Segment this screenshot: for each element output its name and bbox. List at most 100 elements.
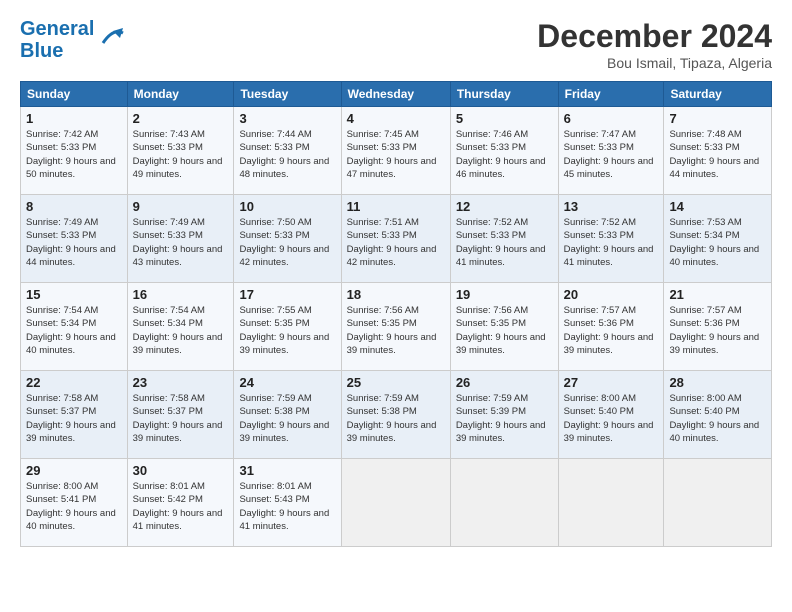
day-number: 2 bbox=[133, 111, 229, 126]
day-info: Sunrise: 7:58 AMSunset: 5:37 PMDaylight:… bbox=[133, 392, 229, 445]
day-number: 1 bbox=[26, 111, 122, 126]
day-info: Sunrise: 7:48 AMSunset: 5:33 PMDaylight:… bbox=[669, 128, 766, 181]
calendar-cell: 25 Sunrise: 7:59 AMSunset: 5:38 PMDaylig… bbox=[341, 371, 450, 459]
calendar-cell: 9 Sunrise: 7:49 AMSunset: 5:33 PMDayligh… bbox=[127, 195, 234, 283]
day-number: 15 bbox=[26, 287, 122, 302]
calendar-cell: 5 Sunrise: 7:46 AMSunset: 5:33 PMDayligh… bbox=[450, 107, 558, 195]
day-info: Sunrise: 7:51 AMSunset: 5:33 PMDaylight:… bbox=[347, 216, 445, 269]
header-wednesday: Wednesday bbox=[341, 82, 450, 107]
calendar-cell: 13 Sunrise: 7:52 AMSunset: 5:33 PMDaylig… bbox=[558, 195, 664, 283]
calendar-cell: 21 Sunrise: 7:57 AMSunset: 5:36 PMDaylig… bbox=[664, 283, 772, 371]
page: General Blue December 2024 Bou Ismail, T… bbox=[0, 0, 792, 557]
day-number: 29 bbox=[26, 463, 122, 478]
day-number: 30 bbox=[133, 463, 229, 478]
day-number: 24 bbox=[239, 375, 335, 390]
day-info: Sunrise: 7:54 AMSunset: 5:34 PMDaylight:… bbox=[26, 304, 122, 357]
logo: General Blue bbox=[20, 18, 128, 62]
calendar-cell: 15 Sunrise: 7:54 AMSunset: 5:34 PMDaylig… bbox=[21, 283, 128, 371]
calendar-cell: 16 Sunrise: 7:54 AMSunset: 5:34 PMDaylig… bbox=[127, 283, 234, 371]
day-info: Sunrise: 7:55 AMSunset: 5:35 PMDaylight:… bbox=[239, 304, 335, 357]
calendar-cell: 6 Sunrise: 7:47 AMSunset: 5:33 PMDayligh… bbox=[558, 107, 664, 195]
logo-text: General Blue bbox=[20, 18, 128, 62]
calendar-cell: 7 Sunrise: 7:48 AMSunset: 5:33 PMDayligh… bbox=[664, 107, 772, 195]
day-info: Sunrise: 8:01 AMSunset: 5:43 PMDaylight:… bbox=[239, 480, 335, 533]
day-number: 12 bbox=[456, 199, 553, 214]
calendar-cell: 3 Sunrise: 7:44 AMSunset: 5:33 PMDayligh… bbox=[234, 107, 341, 195]
week-row-2: 8 Sunrise: 7:49 AMSunset: 5:33 PMDayligh… bbox=[21, 195, 772, 283]
calendar-cell: 1 Sunrise: 7:42 AMSunset: 5:33 PMDayligh… bbox=[21, 107, 128, 195]
header-sunday: Sunday bbox=[21, 82, 128, 107]
day-info: Sunrise: 7:45 AMSunset: 5:33 PMDaylight:… bbox=[347, 128, 445, 181]
calendar-cell: 22 Sunrise: 7:58 AMSunset: 5:37 PMDaylig… bbox=[21, 371, 128, 459]
header-saturday: Saturday bbox=[664, 82, 772, 107]
calendar-cell: 2 Sunrise: 7:43 AMSunset: 5:33 PMDayligh… bbox=[127, 107, 234, 195]
location-subtitle: Bou Ismail, Tipaza, Algeria bbox=[537, 55, 772, 71]
day-info: Sunrise: 8:01 AMSunset: 5:42 PMDaylight:… bbox=[133, 480, 229, 533]
day-info: Sunrise: 7:46 AMSunset: 5:33 PMDaylight:… bbox=[456, 128, 553, 181]
day-info: Sunrise: 7:59 AMSunset: 5:38 PMDaylight:… bbox=[239, 392, 335, 445]
calendar-cell: 31 Sunrise: 8:01 AMSunset: 5:43 PMDaylig… bbox=[234, 459, 341, 547]
day-info: Sunrise: 7:42 AMSunset: 5:33 PMDaylight:… bbox=[26, 128, 122, 181]
day-info: Sunrise: 7:43 AMSunset: 5:33 PMDaylight:… bbox=[133, 128, 229, 181]
weekday-header-row: Sunday Monday Tuesday Wednesday Thursday… bbox=[21, 82, 772, 107]
day-number: 16 bbox=[133, 287, 229, 302]
day-info: Sunrise: 7:44 AMSunset: 5:33 PMDaylight:… bbox=[239, 128, 335, 181]
logo-icon bbox=[98, 23, 128, 53]
week-row-3: 15 Sunrise: 7:54 AMSunset: 5:34 PMDaylig… bbox=[21, 283, 772, 371]
day-info: Sunrise: 8:00 AMSunset: 5:40 PMDaylight:… bbox=[564, 392, 659, 445]
day-info: Sunrise: 7:56 AMSunset: 5:35 PMDaylight:… bbox=[456, 304, 553, 357]
header-tuesday: Tuesday bbox=[234, 82, 341, 107]
title-block: December 2024 Bou Ismail, Tipaza, Algeri… bbox=[537, 18, 772, 71]
header-friday: Friday bbox=[558, 82, 664, 107]
day-info: Sunrise: 7:50 AMSunset: 5:33 PMDaylight:… bbox=[239, 216, 335, 269]
calendar-cell: 20 Sunrise: 7:57 AMSunset: 5:36 PMDaylig… bbox=[558, 283, 664, 371]
day-info: Sunrise: 7:54 AMSunset: 5:34 PMDaylight:… bbox=[133, 304, 229, 357]
calendar-cell: 23 Sunrise: 7:58 AMSunset: 5:37 PMDaylig… bbox=[127, 371, 234, 459]
calendar-cell bbox=[664, 459, 772, 547]
day-number: 21 bbox=[669, 287, 766, 302]
calendar-cell: 10 Sunrise: 7:50 AMSunset: 5:33 PMDaylig… bbox=[234, 195, 341, 283]
day-number: 8 bbox=[26, 199, 122, 214]
day-number: 13 bbox=[564, 199, 659, 214]
calendar-body: 1 Sunrise: 7:42 AMSunset: 5:33 PMDayligh… bbox=[21, 107, 772, 547]
day-number: 6 bbox=[564, 111, 659, 126]
day-number: 23 bbox=[133, 375, 229, 390]
day-number: 17 bbox=[239, 287, 335, 302]
header: General Blue December 2024 Bou Ismail, T… bbox=[20, 18, 772, 71]
day-info: Sunrise: 7:53 AMSunset: 5:34 PMDaylight:… bbox=[669, 216, 766, 269]
day-number: 11 bbox=[347, 199, 445, 214]
day-info: Sunrise: 7:52 AMSunset: 5:33 PMDaylight:… bbox=[564, 216, 659, 269]
day-info: Sunrise: 7:52 AMSunset: 5:33 PMDaylight:… bbox=[456, 216, 553, 269]
day-info: Sunrise: 8:00 AMSunset: 5:41 PMDaylight:… bbox=[26, 480, 122, 533]
calendar-cell: 28 Sunrise: 8:00 AMSunset: 5:40 PMDaylig… bbox=[664, 371, 772, 459]
day-number: 27 bbox=[564, 375, 659, 390]
calendar-cell: 26 Sunrise: 7:59 AMSunset: 5:39 PMDaylig… bbox=[450, 371, 558, 459]
day-info: Sunrise: 7:56 AMSunset: 5:35 PMDaylight:… bbox=[347, 304, 445, 357]
calendar-cell bbox=[558, 459, 664, 547]
day-number: 25 bbox=[347, 375, 445, 390]
week-row-5: 29 Sunrise: 8:00 AMSunset: 5:41 PMDaylig… bbox=[21, 459, 772, 547]
day-info: Sunrise: 7:59 AMSunset: 5:38 PMDaylight:… bbox=[347, 392, 445, 445]
day-info: Sunrise: 7:57 AMSunset: 5:36 PMDaylight:… bbox=[564, 304, 659, 357]
day-number: 4 bbox=[347, 111, 445, 126]
day-info: Sunrise: 7:47 AMSunset: 5:33 PMDaylight:… bbox=[564, 128, 659, 181]
calendar-cell: 29 Sunrise: 8:00 AMSunset: 5:41 PMDaylig… bbox=[21, 459, 128, 547]
calendar-cell: 11 Sunrise: 7:51 AMSunset: 5:33 PMDaylig… bbox=[341, 195, 450, 283]
day-number: 18 bbox=[347, 287, 445, 302]
day-number: 28 bbox=[669, 375, 766, 390]
day-info: Sunrise: 7:49 AMSunset: 5:33 PMDaylight:… bbox=[26, 216, 122, 269]
month-title: December 2024 bbox=[537, 18, 772, 55]
week-row-4: 22 Sunrise: 7:58 AMSunset: 5:37 PMDaylig… bbox=[21, 371, 772, 459]
day-info: Sunrise: 7:58 AMSunset: 5:37 PMDaylight:… bbox=[26, 392, 122, 445]
day-number: 26 bbox=[456, 375, 553, 390]
day-number: 31 bbox=[239, 463, 335, 478]
calendar-table: Sunday Monday Tuesday Wednesday Thursday… bbox=[20, 81, 772, 547]
day-number: 14 bbox=[669, 199, 766, 214]
day-number: 7 bbox=[669, 111, 766, 126]
calendar-cell bbox=[450, 459, 558, 547]
calendar-cell: 30 Sunrise: 8:01 AMSunset: 5:42 PMDaylig… bbox=[127, 459, 234, 547]
calendar-cell: 17 Sunrise: 7:55 AMSunset: 5:35 PMDaylig… bbox=[234, 283, 341, 371]
calendar-cell: 8 Sunrise: 7:49 AMSunset: 5:33 PMDayligh… bbox=[21, 195, 128, 283]
calendar-cell: 4 Sunrise: 7:45 AMSunset: 5:33 PMDayligh… bbox=[341, 107, 450, 195]
header-thursday: Thursday bbox=[450, 82, 558, 107]
